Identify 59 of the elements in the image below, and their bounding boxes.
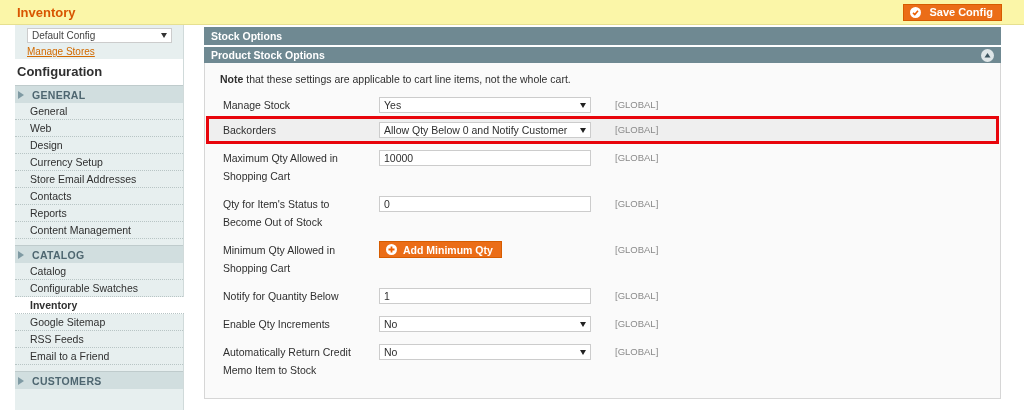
caret-icon [580,102,586,108]
sidebar-item[interactable]: Content Management [15,222,183,239]
expand-triangle-icon [18,90,24,99]
input-field[interactable]: 1 [379,288,591,304]
check-icon [910,6,922,18]
sidebar-item[interactable]: Contacts [15,188,183,205]
group-title: Product Stock Options [211,49,325,61]
scope-label: [GLOBAL] [615,123,659,137]
sidebar-item[interactable]: Store Email Addresses [15,171,183,188]
plus-icon [386,244,397,255]
scope-label: [GLOBAL] [615,317,659,331]
caret-icon [580,127,586,133]
select-field[interactable]: Allow Qty Below 0 and Notify Customer [379,122,591,138]
sidebar-item[interactable]: Reports [15,205,183,222]
scope-label: [GLOBAL] [615,98,659,112]
sidebar-item[interactable]: Inventory [15,297,184,314]
select-field[interactable]: No [379,344,591,360]
sidebar-section-header[interactable]: GENERAL [15,85,183,103]
scope-label: [GLOBAL] [615,243,659,257]
sidebar-item[interactable]: Design [15,137,183,154]
select-field[interactable]: Yes [379,97,591,113]
field-label: Qty for Item's Status to Become Out of Stock [223,197,331,230]
input-field[interactable]: 10000 [379,150,591,166]
scope-label: [GLOBAL] [615,345,659,359]
scope-label: [GLOBAL] [615,151,659,165]
section-header[interactable]: Stock Options [204,27,1001,45]
input-field[interactable]: 0 [379,196,591,212]
note-text: Note that these settings are applicable to cart line items, not the whole cart. [220,73,572,85]
caret-icon [580,349,586,355]
section-label: CUSTOMERS [32,374,102,387]
sidebar-item[interactable]: RSS Feeds [15,331,183,348]
sidebar-section-header[interactable]: CATALOG [15,245,183,263]
sidebar-item[interactable]: Email to a Friend [15,348,183,365]
caret-icon [580,321,586,327]
field-label: Maximum Qty Allowed in Shopping Cart [223,151,339,184]
sidebar-item[interactable]: Catalog [15,263,183,280]
field-label: Automatically Return Credit Memo Item to Stock [223,345,352,378]
scope-select[interactable]: Default Config [27,28,172,43]
sidebar-item[interactable]: Google Sitemap [15,314,183,331]
field-label: Notify for Quantity Below [223,289,340,304]
page-title: Inventory [17,4,76,20]
field-label: Enable Qty Increments [223,317,331,332]
sidebar-item[interactable]: Web [15,120,183,137]
section-label: GENERAL [32,88,86,101]
expand-triangle-icon [18,250,24,259]
section-label: CATALOG [32,248,85,261]
field-label: Minimum Qty Allowed in Shopping Cart [223,243,337,276]
caret-icon [161,33,167,38]
field-label: Backorders [223,123,278,138]
scope-label: [GLOBAL] [615,289,659,303]
collapse-icon[interactable] [981,48,994,62]
sidebar-item[interactable]: General [15,103,183,120]
expand-triangle-icon [18,376,24,385]
scope-label: [GLOBAL] [615,197,659,211]
field-label: Manage Stock [223,98,292,113]
group-header[interactable]: Product Stock Options [204,47,1001,63]
select-field[interactable]: No [379,316,591,332]
sidebar-item[interactable]: Currency Setup [15,154,183,171]
sidebar-section-header[interactable]: CUSTOMERS [15,371,183,389]
